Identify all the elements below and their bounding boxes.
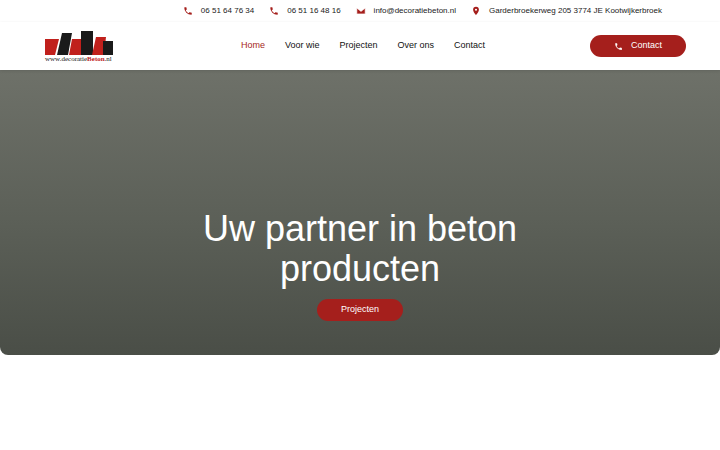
hero-button-label[interactable]: Projecten (341, 303, 379, 317)
phone-icon (614, 42, 623, 51)
content-area (0, 355, 720, 450)
contact-button[interactable]: Contact (590, 35, 686, 57)
contact-bar: 06 51 64 76 34 06 51 16 48 16 info@decorat… (0, 0, 720, 22)
contact-text[interactable]: Garderbroekerweg 205 3774 JE Kootwijkerb… (489, 5, 662, 17)
logo-suffix: .nl (105, 55, 112, 63)
menu-item[interactable]: Voor wie (285, 39, 320, 53)
hero: Uw partner in beton producten Projecten (0, 70, 720, 355)
menu-item[interactable]: Over ons (398, 39, 435, 53)
menu-item[interactable]: Contact (454, 39, 485, 53)
contact-item[interactable]: Garderbroekerweg 205 3774 JE Kootwijkerb… (471, 5, 662, 17)
logo-brand: Beton (87, 55, 105, 63)
menu-item[interactable]: Projecten (340, 39, 378, 53)
header: www.decoratieBeton.nl Home Voor wie Project… (0, 22, 720, 70)
hero-button[interactable]: Projecten (317, 299, 403, 321)
phone-icon (269, 6, 279, 16)
contact-item[interactable]: 06 51 16 48 16 (269, 5, 340, 17)
phone-icon (183, 6, 193, 16)
logo-text: www.decoratieBeton.nl (45, 55, 112, 64)
contact-text[interactable]: 06 51 64 76 34 (201, 5, 254, 17)
location-icon (471, 6, 481, 16)
contact-button-label[interactable]: Contact (631, 39, 662, 53)
menu-item[interactable]: Home (241, 39, 265, 53)
mail-icon (356, 6, 366, 16)
contact-text[interactable]: info@decoratiebeton.nl (374, 5, 456, 17)
main-menu: Home Voor wie Projecten Over ons Contact (241, 39, 485, 53)
logo[interactable]: www.decoratieBeton.nl (45, 29, 115, 64)
contact-text[interactable]: 06 51 16 48 16 (287, 5, 340, 17)
logo-prefix: www.decoratie (45, 55, 87, 63)
contact-item[interactable]: info@decoratiebeton.nl (356, 5, 456, 17)
contact-item[interactable]: 06 51 64 76 34 (183, 5, 254, 17)
hero-title: Uw partner in beton producten (190, 209, 530, 289)
logo-icon (45, 29, 113, 55)
